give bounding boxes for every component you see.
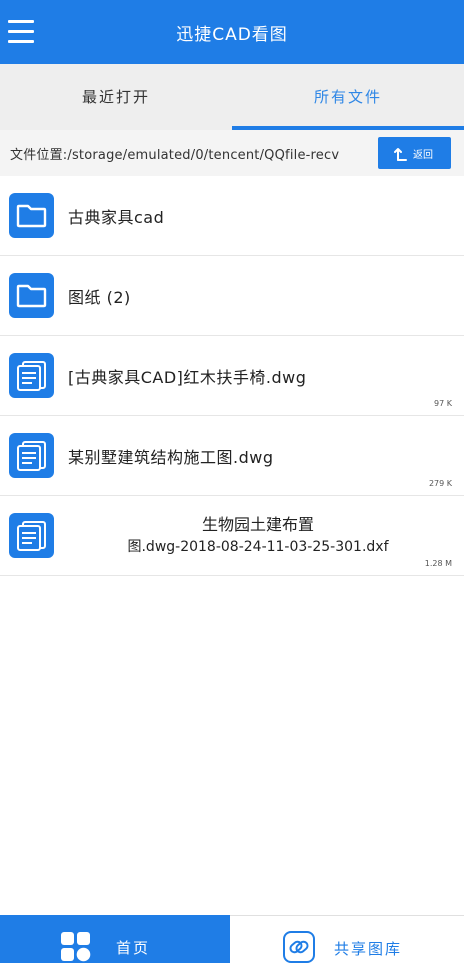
nav-share-gallery-button[interactable]: 共享图库 — [230, 915, 464, 963]
file-location-path: 文件位置:/storage/emulated/0/tencent/QQfile-… — [10, 148, 340, 163]
list-item-folder[interactable]: 图纸 (2) — [0, 256, 464, 336]
grid-home-icon — [61, 932, 91, 962]
nav-home-button[interactable]: 首页 — [0, 915, 230, 963]
tab-recent[interactable]: 最近打开 — [0, 64, 232, 130]
list-item-folder[interactable]: 古典家具cad — [0, 176, 464, 256]
document-icon — [9, 433, 54, 478]
tab-bar: 最近打开 所有文件 — [0, 64, 464, 130]
file-name: 生物园土建布置 图.dwg-2018-08-24-11-03-25-301.dx… — [68, 514, 448, 558]
document-icon — [9, 513, 54, 558]
document-icon — [9, 353, 54, 398]
folder-icon — [9, 193, 54, 238]
list-item-file[interactable]: [古典家具CAD]红木扶手椅.dwg 97 K — [0, 336, 464, 416]
file-list: 古典家具cad 图纸 (2) [古典家具CAD]红木扶手椅.dwg 97 K 某… — [0, 176, 464, 576]
file-name: 某别墅建筑结构施工图.dwg — [68, 448, 274, 467]
file-name: [古典家具CAD]红木扶手椅.dwg — [68, 368, 307, 387]
file-size: 97 K — [434, 399, 452, 408]
bottom-navigation: 首页 共享图库 — [0, 915, 464, 963]
app-title: 迅捷CAD看图 — [176, 25, 288, 45]
list-item-file[interactable]: 生物园土建布置 图.dwg-2018-08-24-11-03-25-301.dx… — [0, 496, 464, 576]
file-name-line-1: 生物园土建布置 — [201, 515, 314, 534]
folder-icon — [9, 273, 54, 318]
nav-share-label: 共享图库 — [334, 940, 403, 958]
file-name: 古典家具cad — [68, 208, 165, 227]
return-arrow-icon — [394, 148, 407, 161]
app-header: 迅捷CAD看图 — [0, 0, 464, 64]
file-name: 图纸 (2) — [68, 288, 131, 307]
file-name-line-2: 图.dwg-2018-08-24-11-03-25-301.dxf — [127, 539, 389, 555]
back-button[interactable]: 返回 — [378, 137, 451, 169]
nav-home-label: 首页 — [116, 939, 151, 957]
file-size: 279 K — [428, 479, 452, 488]
tab-all-files[interactable]: 所有文件 — [232, 64, 464, 130]
file-size: 1.28 M — [424, 559, 452, 568]
link-chain-icon — [283, 931, 315, 963]
back-button-label: 返回 — [413, 150, 433, 161]
list-item-file[interactable]: 某别墅建筑结构施工图.dwg 279 K — [0, 416, 464, 496]
